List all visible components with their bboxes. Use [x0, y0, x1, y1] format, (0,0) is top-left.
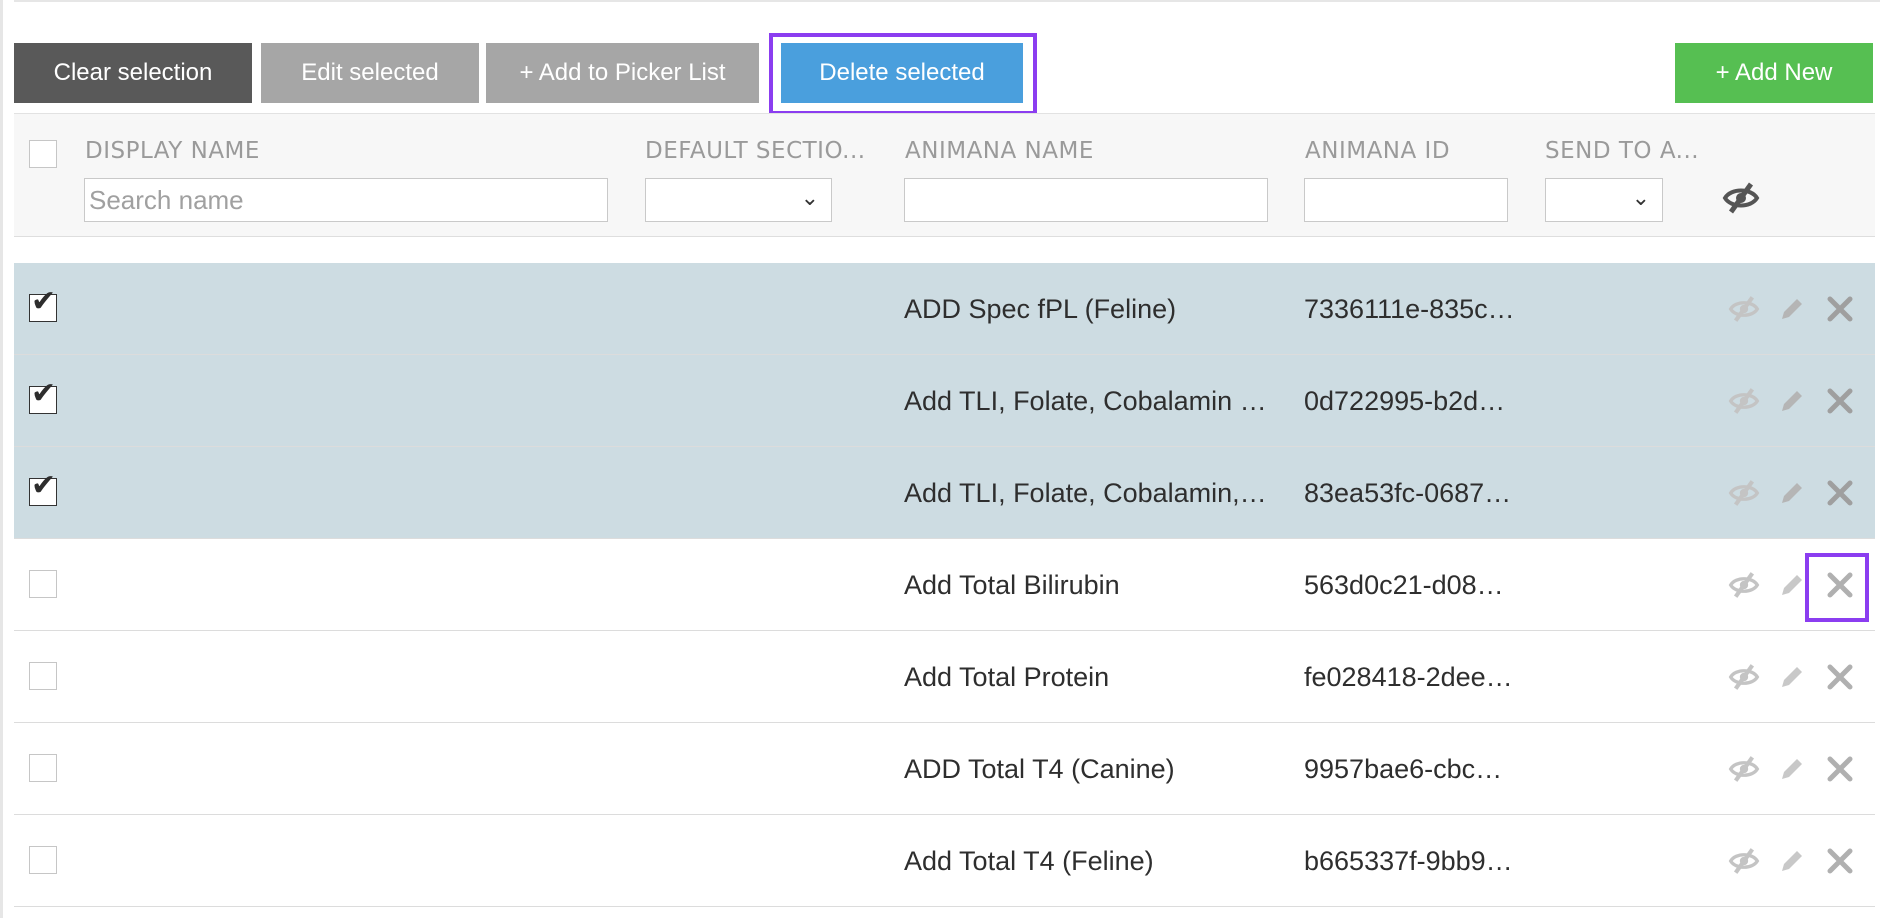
row-checkbox[interactable]: [29, 754, 57, 782]
hide-icon[interactable]: [1722, 837, 1766, 885]
column-header-animana-id[interactable]: ANIMANA ID: [1305, 138, 1450, 164]
animana-id-cell: 7336111e-835c…: [1304, 294, 1515, 324]
table-row[interactable]: Add Total Protein fe028418-2dee…: [14, 631, 1875, 723]
hide-icon[interactable]: [1722, 561, 1766, 609]
table-row[interactable]: ✔ Add TLI, Folate, Cobalamin … 0d722995-…: [14, 355, 1875, 447]
display-name-search-input[interactable]: [84, 178, 608, 222]
column-header-animana-name[interactable]: ANIMANA NAME: [905, 138, 1094, 164]
delete-x-icon[interactable]: [1818, 377, 1862, 425]
hide-icon[interactable]: [1722, 745, 1766, 793]
add-to-picker-list-button[interactable]: + Add to Picker List: [486, 43, 759, 103]
grid-body: ✔ ADD Spec fPL (Feline) 7336111e-835c… ✔…: [14, 263, 1875, 907]
pencil-icon[interactable]: [1770, 469, 1814, 517]
chevron-down-icon: ⌄: [800, 185, 819, 210]
animana-id-cell: 563d0c21-d08…: [1304, 570, 1504, 600]
row-checkbox[interactable]: [29, 846, 57, 874]
animana-id-cell: fe028418-2dee…: [1304, 662, 1513, 692]
delete-x-icon[interactable]: [1818, 285, 1862, 333]
hide-icon[interactable]: [1722, 469, 1766, 517]
delete-x-icon[interactable]: [1818, 561, 1862, 609]
table-row[interactable]: ADD Total T4 (Canine) 9957bae6-cbc…: [14, 723, 1875, 815]
animana-name-filter-input[interactable]: [904, 178, 1268, 222]
chevron-down-icon: ⌄: [1631, 185, 1650, 210]
animana-name-cell: ADD Total T4 (Canine): [904, 754, 1175, 784]
animana-name-cell: Add Total T4 (Feline): [904, 846, 1154, 876]
row-checkbox[interactable]: ✔: [29, 287, 57, 322]
hide-icon[interactable]: [1722, 653, 1766, 701]
add-new-button[interactable]: + Add New: [1675, 43, 1873, 103]
row-actions: [1722, 837, 1872, 885]
grid-header: DISPLAY NAME DEFAULT SECTIO... ⌄ ANIMANA…: [14, 113, 1875, 237]
data-grid: DISPLAY NAME DEFAULT SECTIO... ⌄ ANIMANA…: [14, 113, 1875, 907]
column-header-display-name[interactable]: DISPLAY NAME: [85, 138, 260, 164]
row-actions: [1722, 377, 1872, 425]
checkmark-icon: ✔: [31, 377, 57, 410]
delete-x-icon[interactable]: [1818, 653, 1862, 701]
animana-id-cell: 0d722995-b2d…: [1304, 386, 1506, 416]
table-row[interactable]: Add Total Bilirubin 563d0c21-d08…: [14, 539, 1875, 631]
row-actions: [1722, 653, 1872, 701]
animana-name-cell: Add Total Bilirubin: [904, 570, 1120, 600]
column-header-send-to[interactable]: SEND TO A...: [1545, 138, 1701, 164]
page-left-border: [0, 0, 3, 918]
checkmark-icon: ✔: [31, 469, 57, 502]
page-top-border: [14, 0, 1880, 2]
delete-x-icon[interactable]: [1818, 745, 1862, 793]
delete-x-icon[interactable]: [1818, 469, 1862, 517]
checkmark-icon: ✔: [31, 285, 57, 318]
column-header-default-section[interactable]: DEFAULT SECTIO...: [645, 138, 871, 164]
row-actions: [1722, 285, 1872, 333]
row-actions: [1722, 561, 1872, 609]
animana-id-cell: 83ea53fc-0687…: [1304, 478, 1512, 508]
animana-name-cell: ADD Spec fPL (Feline): [904, 294, 1177, 324]
toolbar: Clear selection Edit selected + Add to P…: [14, 43, 1875, 103]
pencil-icon[interactable]: [1770, 377, 1814, 425]
send-to-filter-select[interactable]: ⌄: [1545, 178, 1663, 222]
pencil-icon[interactable]: [1770, 285, 1814, 333]
row-checkbox[interactable]: [29, 662, 57, 690]
animana-id-filter-input[interactable]: [1304, 178, 1508, 222]
animana-name-cell: Add TLI, Folate, Cobalamin,…: [904, 478, 1267, 508]
clear-selection-button[interactable]: Clear selection: [14, 43, 252, 103]
edit-selected-button[interactable]: Edit selected: [261, 43, 479, 103]
delete-selected-button[interactable]: Delete selected: [781, 43, 1023, 103]
animana-id-cell: b665337f-9bb9…: [1304, 846, 1513, 876]
delete-x-icon[interactable]: [1818, 837, 1862, 885]
pencil-icon[interactable]: [1770, 837, 1814, 885]
pencil-icon[interactable]: [1770, 653, 1814, 701]
row-actions: [1722, 745, 1872, 793]
animana-id-cell: 9957bae6-cbc…: [1304, 754, 1503, 784]
hide-icon[interactable]: [1722, 377, 1766, 425]
row-checkbox[interactable]: [29, 570, 57, 598]
table-row[interactable]: ✔ ADD Spec fPL (Feline) 7336111e-835c…: [14, 263, 1875, 355]
hide-icon[interactable]: [1722, 285, 1766, 333]
table-row[interactable]: Add Total T4 (Feline) b665337f-9bb9…: [14, 815, 1875, 907]
pencil-icon[interactable]: [1770, 745, 1814, 793]
row-checkbox[interactable]: ✔: [29, 471, 57, 506]
table-row[interactable]: ✔ Add TLI, Folate, Cobalamin,… 83ea53fc-…: [14, 447, 1875, 539]
hidden-toggle-icon[interactable]: [1721, 180, 1761, 221]
select-all-checkbox[interactable]: [29, 140, 57, 168]
default-section-filter-select[interactable]: ⌄: [645, 178, 832, 222]
animana-name-cell: Add Total Protein: [904, 662, 1110, 692]
row-actions: [1722, 469, 1872, 517]
animana-name-cell: Add TLI, Folate, Cobalamin …: [904, 386, 1267, 416]
pencil-icon[interactable]: [1770, 561, 1814, 609]
row-checkbox[interactable]: ✔: [29, 379, 57, 414]
